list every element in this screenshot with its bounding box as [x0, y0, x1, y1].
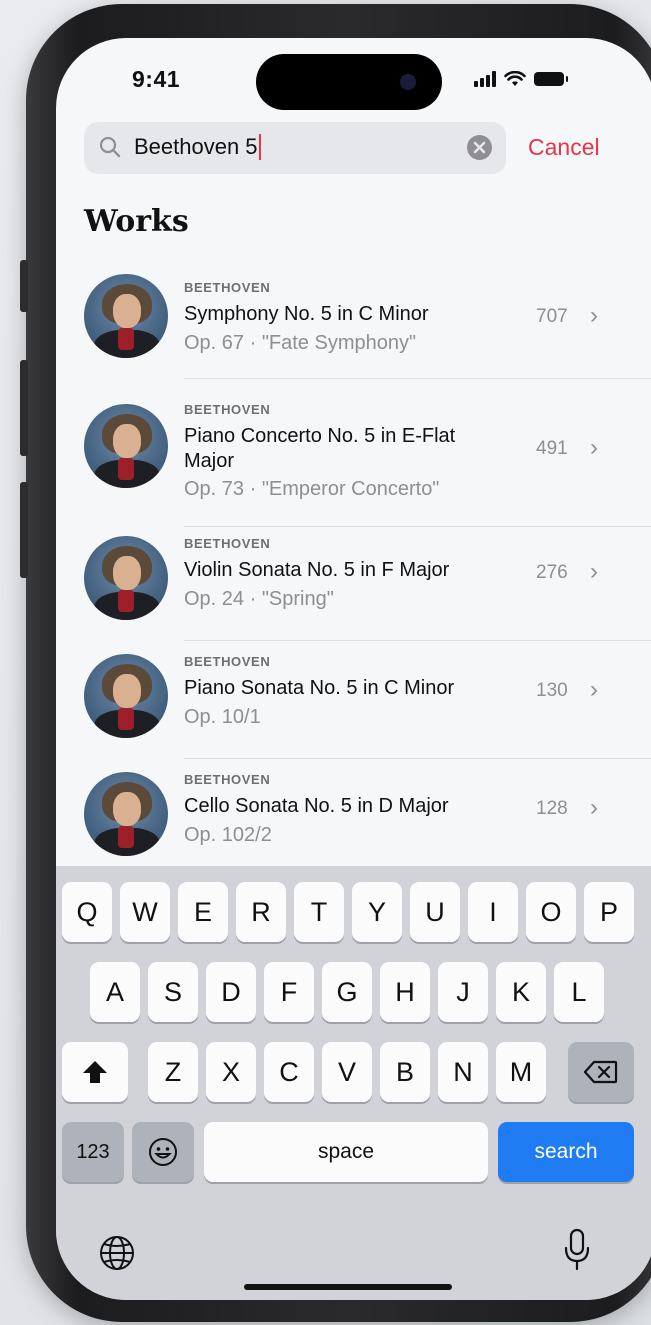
delete-key[interactable] — [568, 1042, 634, 1102]
key-t[interactable]: T — [294, 882, 344, 942]
work-subtitle: Op. 24 · "Spring" — [184, 588, 334, 610]
key-i[interactable]: I — [468, 882, 518, 942]
key-f[interactable]: F — [264, 962, 314, 1022]
list-item[interactable]: BEETHOVEN Violin Sonata No. 5 in F Major… — [56, 536, 651, 662]
volume-down-button — [20, 482, 28, 578]
key-e[interactable]: E — [178, 882, 228, 942]
key-c[interactable]: C — [264, 1042, 314, 1102]
emoji-icon — [149, 1138, 177, 1166]
search-input[interactable]: Beethoven 5 — [84, 122, 506, 174]
backspace-icon — [584, 1060, 618, 1084]
work-subtitle: Op. 102/2 — [184, 824, 272, 846]
key-l[interactable]: L — [554, 962, 604, 1022]
globe-icon[interactable] — [98, 1234, 136, 1272]
recording-count: 707 — [536, 306, 568, 327]
work-title: Piano Concerto No. 5 in E-Flat Major — [184, 425, 456, 472]
chevron-right-icon: › — [590, 302, 598, 329]
status-icons — [474, 68, 568, 90]
recording-count: 130 — [536, 680, 568, 701]
key-a[interactable]: A — [90, 962, 140, 1022]
key-w[interactable]: W — [120, 882, 170, 942]
work-title: Symphony No. 5 in C Minor — [184, 303, 429, 325]
key-b[interactable]: B — [380, 1042, 430, 1102]
key-k[interactable]: K — [496, 962, 546, 1022]
space-key[interactable]: space — [204, 1122, 488, 1182]
work-composer: BEETHOVEN — [184, 402, 271, 417]
work-title: Cello Sonata No. 5 in D Major — [184, 795, 449, 817]
volume-up-button — [20, 360, 28, 456]
screen: 9:41 Beethoven 5 Cancel Works BEETHOVEN … — [56, 38, 651, 1300]
list-item[interactable]: BEETHOVEN Piano Concerto No. 5 in E-Flat… — [56, 396, 651, 542]
key-r[interactable]: R — [236, 882, 286, 942]
camera-icon — [400, 74, 416, 90]
action-button — [20, 260, 28, 312]
work-composer: BEETHOVEN — [184, 772, 271, 787]
composer-portrait — [84, 654, 168, 738]
numbers-key[interactable]: 123 — [62, 1122, 124, 1182]
work-title: Piano Sonata No. 5 in C Minor — [184, 677, 455, 699]
composer-portrait — [84, 404, 168, 488]
row-divider — [184, 758, 651, 759]
composer-portrait — [84, 772, 168, 856]
search-key[interactable]: search — [498, 1122, 634, 1182]
key-j[interactable]: J — [438, 962, 488, 1022]
list-item[interactable]: BEETHOVEN Symphony No. 5 in C Minor Op. … — [56, 270, 651, 416]
composer-portrait — [84, 536, 168, 620]
list-item[interactable]: BEETHOVEN Piano Sonata No. 5 in C Minor … — [56, 654, 651, 782]
microphone-icon[interactable] — [562, 1228, 592, 1272]
key-y[interactable]: Y — [352, 882, 402, 942]
search-icon — [99, 136, 121, 158]
row-divider — [184, 378, 651, 379]
key-h[interactable]: H — [380, 962, 430, 1022]
recording-count: 128 — [536, 798, 568, 819]
shift-key[interactable] — [62, 1042, 128, 1102]
row-divider — [184, 526, 651, 527]
dynamic-island — [256, 54, 442, 110]
key-v[interactable]: V — [322, 1042, 372, 1102]
section-title-works: Works — [84, 204, 189, 239]
work-subtitle: Op. 73 · "Emperor Concerto" — [184, 478, 440, 500]
work-subtitle: Op. 67 · "Fate Symphony" — [184, 332, 417, 354]
chevron-right-icon: › — [590, 676, 598, 703]
work-subtitle: Op. 10/1 — [184, 706, 261, 728]
row-divider — [184, 640, 651, 641]
key-u[interactable]: U — [410, 882, 460, 942]
cellular-signal-icon — [474, 71, 496, 87]
key-g[interactable]: G — [322, 962, 372, 1022]
battery-icon — [534, 72, 568, 86]
key-z[interactable]: Z — [148, 1042, 198, 1102]
recording-count: 276 — [536, 562, 568, 583]
key-x[interactable]: X — [206, 1042, 256, 1102]
composer-portrait — [84, 274, 168, 358]
recording-count: 491 — [536, 438, 568, 459]
emoji-key[interactable] — [132, 1122, 194, 1182]
clear-icon[interactable] — [467, 135, 492, 160]
work-composer: BEETHOVEN — [184, 280, 271, 295]
key-q[interactable]: Q — [62, 882, 112, 942]
key-d[interactable]: D — [206, 962, 256, 1022]
search-query-text: Beethoven 5 — [134, 134, 261, 160]
text-caret — [258, 134, 261, 160]
chevron-right-icon: › — [590, 434, 598, 461]
chevron-right-icon: › — [590, 794, 598, 821]
shift-icon — [83, 1061, 107, 1083]
chevron-right-icon: › — [590, 558, 598, 585]
work-composer: BEETHOVEN — [184, 654, 271, 669]
status-time: 9:41 — [132, 66, 181, 92]
key-p[interactable]: P — [584, 882, 634, 942]
search-row: Beethoven 5 Cancel — [84, 122, 644, 178]
work-title: Violin Sonata No. 5 in F Major — [184, 559, 450, 581]
key-o[interactable]: O — [526, 882, 576, 942]
work-composer: BEETHOVEN — [184, 536, 271, 551]
key-n[interactable]: N — [438, 1042, 488, 1102]
home-indicator[interactable] — [244, 1284, 452, 1290]
key-m[interactable]: M — [496, 1042, 546, 1102]
wifi-icon — [504, 71, 526, 86]
cancel-button[interactable]: Cancel — [528, 134, 600, 161]
status-bar: 9:41 — [56, 38, 651, 128]
key-s[interactable]: S — [148, 962, 198, 1022]
